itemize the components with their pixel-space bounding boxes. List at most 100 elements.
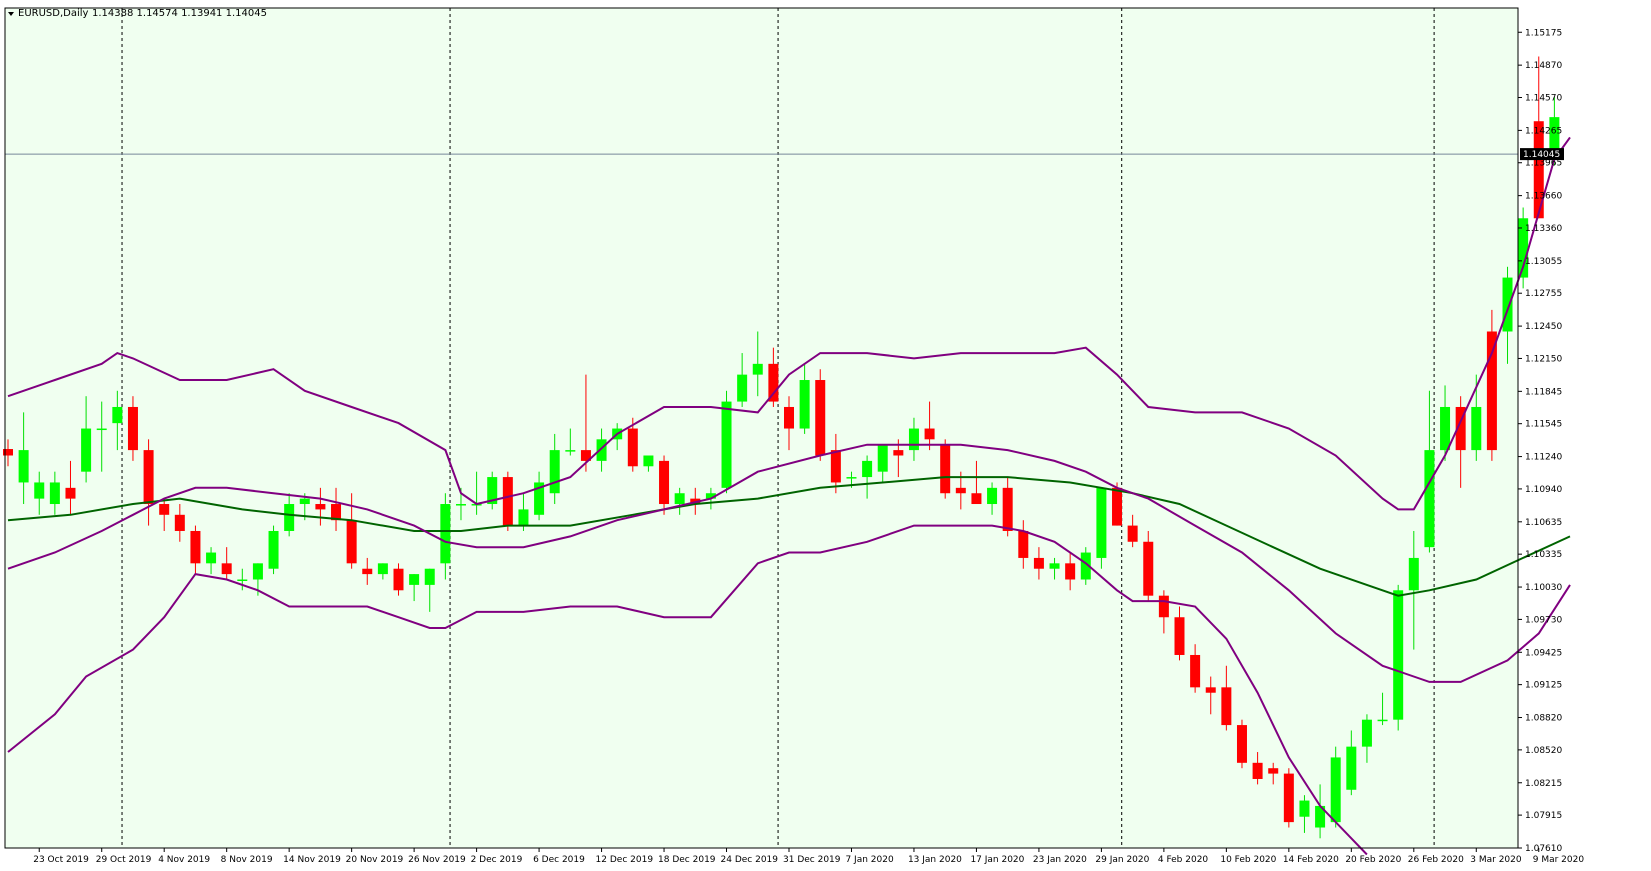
current-price-label: 1.14045 [1523, 150, 1560, 160]
chart-window[interactable]: 1.15175 1.14870 1.14570 1.14265 1.13965 1.136… [0, 0, 1651, 871]
y-tick-label: 1.09125 [1525, 681, 1562, 691]
candle-body [1158, 595, 1169, 618]
candle-body [221, 563, 232, 575]
candle-body [143, 450, 154, 505]
candle-body [1033, 557, 1044, 569]
y-tick-label: 1.07915 [1525, 811, 1562, 821]
y-tick-label: 1.10335 [1525, 550, 1562, 560]
x-tick-label: 3 Mar 2020 [1470, 855, 1522, 865]
y-tick-label: 1.12450 [1525, 322, 1562, 332]
y-tick-label: 1.14265 [1525, 126, 1562, 136]
candle-body [112, 406, 123, 424]
candle-body [237, 579, 248, 582]
candle-body [565, 450, 576, 452]
candle-body [65, 487, 76, 499]
candle-body [846, 477, 857, 479]
y-tick-label: 1.14870 [1525, 61, 1562, 71]
x-tick-label: 20 Nov 2019 [346, 855, 404, 865]
candle-body [596, 439, 607, 461]
candle-body [1252, 762, 1263, 779]
candle-body [1440, 406, 1451, 451]
candle-body [1361, 719, 1372, 747]
candle-body [174, 514, 185, 531]
candle-body [49, 482, 60, 505]
candle-body [424, 568, 435, 585]
candle-body [1002, 487, 1013, 531]
candle-body [393, 568, 404, 591]
candle-body [409, 574, 420, 585]
candle-body [1190, 654, 1201, 688]
x-tick-label: 4 Feb 2020 [1158, 855, 1209, 865]
y-tick-label: 1.13360 [1525, 224, 1562, 234]
x-tick-label: 31 Dec 2019 [783, 855, 841, 865]
candle-body [1486, 331, 1497, 451]
candle-body [815, 380, 826, 456]
y-tick-label: 1.13660 [1525, 192, 1562, 202]
candle-body [940, 444, 951, 494]
candle-body [955, 487, 966, 494]
candle-body [252, 563, 263, 580]
x-tick-label: 2 Dec 2019 [471, 855, 523, 865]
x-tick-label: 14 Feb 2020 [1283, 855, 1339, 865]
x-tick-label: 7 Jan 2020 [845, 855, 893, 865]
y-tick-label: 1.12755 [1525, 289, 1562, 299]
candle-body [159, 504, 170, 515]
candle-body [518, 509, 529, 526]
candle-body [1205, 687, 1216, 693]
x-tick-label: 24 Dec 2019 [721, 855, 779, 865]
x-tick-label: 6 Dec 2019 [533, 855, 585, 865]
x-tick-label: 29 Jan 2020 [1095, 855, 1149, 865]
y-tick-label: 1.08215 [1525, 779, 1562, 789]
candle-body [908, 428, 919, 451]
symbol-label: EURUSD,Daily [18, 8, 89, 19]
candle-body [1377, 719, 1388, 722]
x-tick-label: 23 Jan 2020 [1033, 855, 1087, 865]
candle-body [1049, 563, 1060, 569]
candle-body [190, 530, 201, 564]
candle-body [893, 450, 904, 456]
candle-body [549, 450, 560, 494]
y-tick-label: 1.12150 [1525, 354, 1562, 364]
chart-header: EURUSD,Daily 1.14388 1.14574 1.13941 1.14… [8, 8, 267, 19]
y-tick-label: 1.07610 [1525, 844, 1562, 854]
candle-body [1018, 530, 1029, 558]
y-tick-label: 1.10030 [1525, 583, 1562, 593]
candle-body [643, 455, 654, 467]
candle-body [877, 444, 888, 472]
candle-body [1112, 487, 1123, 526]
candle-body [34, 482, 45, 499]
candle-body [315, 504, 326, 510]
candle-body [768, 363, 779, 402]
candle-body [1127, 525, 1138, 542]
candle-body [299, 498, 310, 505]
candlestick-chart[interactable]: 1.15175 1.14870 1.14570 1.14265 1.13965 1.136… [0, 0, 1651, 871]
candle-body [1065, 563, 1076, 580]
candle-body [830, 450, 841, 483]
y-tick-label: 1.11845 [1525, 387, 1562, 397]
x-tick-label: 10 Feb 2020 [1220, 855, 1276, 865]
candle-body [1143, 541, 1154, 596]
candle-body [784, 406, 794, 429]
plot-area [5, 8, 1518, 848]
candle-body [659, 460, 670, 505]
x-tick-label: 23 Oct 2019 [33, 855, 89, 865]
candle-body [752, 363, 763, 375]
candle-body [18, 450, 29, 483]
x-tick-label: 26 Nov 2019 [408, 855, 466, 865]
y-tick-label: 1.13055 [1525, 257, 1562, 267]
y-tick-label: 1.09425 [1525, 648, 1562, 658]
candle-body [1283, 773, 1294, 823]
candle-body [1393, 590, 1404, 720]
y-tick-label: 1.08520 [1525, 746, 1562, 756]
candle-body [502, 477, 513, 526]
x-tick-label: 9 Mar 2020 [1533, 855, 1585, 865]
y-tick-label: 1.11240 [1525, 453, 1562, 463]
x-tick-label: 20 Feb 2020 [1345, 855, 1401, 865]
candle-body [96, 428, 107, 431]
y-tick-label: 1.10940 [1525, 485, 1562, 495]
candle-body [455, 504, 466, 506]
candle-body [1221, 687, 1232, 726]
candle-body [862, 460, 873, 478]
candle-body [1268, 768, 1279, 774]
ohlc-values: 1.14388 1.14574 1.13941 1.14045 [92, 8, 267, 19]
